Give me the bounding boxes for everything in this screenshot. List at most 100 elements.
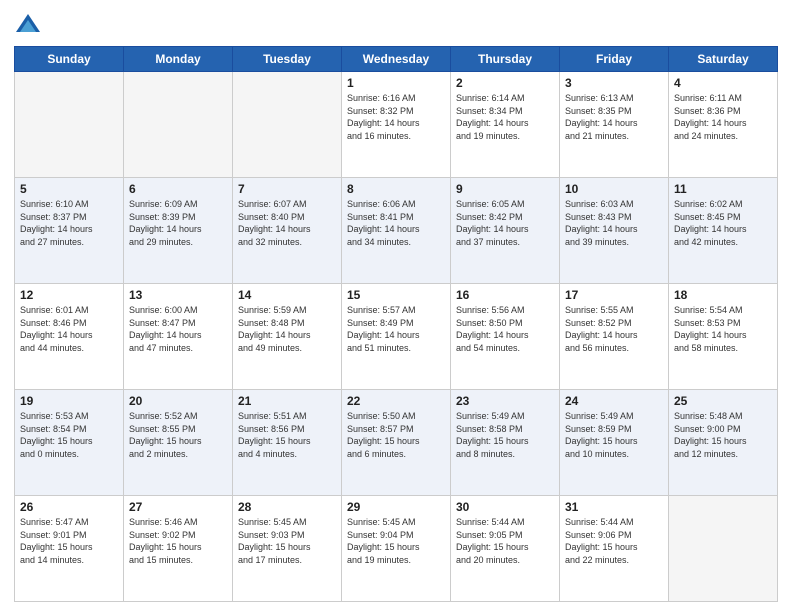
logo-icon xyxy=(14,10,42,38)
day-info: Sunrise: 5:59 AM Sunset: 8:48 PM Dayligh… xyxy=(238,304,336,354)
calendar-cell: 9 Sunrise: 6:05 AM Sunset: 8:42 PM Daylig… xyxy=(451,178,560,284)
day-number: 31 xyxy=(565,500,663,514)
day-info: Sunrise: 5:57 AM Sunset: 8:49 PM Dayligh… xyxy=(347,304,445,354)
day-number: 7 xyxy=(238,182,336,196)
day-number: 26 xyxy=(20,500,118,514)
day-info: Sunrise: 6:10 AM Sunset: 8:37 PM Dayligh… xyxy=(20,198,118,248)
calendar-cell: 20 Sunrise: 5:52 AM Sunset: 8:55 PM Dayli… xyxy=(124,390,233,496)
calendar-cell: 21 Sunrise: 5:51 AM Sunset: 8:56 PM Dayli… xyxy=(233,390,342,496)
day-info: Sunrise: 6:00 AM Sunset: 8:47 PM Dayligh… xyxy=(129,304,227,354)
calendar-week-row: 5 Sunrise: 6:10 AM Sunset: 8:37 PM Daylig… xyxy=(15,178,778,284)
day-number: 17 xyxy=(565,288,663,302)
calendar-cell: 5 Sunrise: 6:10 AM Sunset: 8:37 PM Daylig… xyxy=(15,178,124,284)
calendar-cell: 16Sunrise: 5:56 AM Sunset: 8:50 PM Dayli… xyxy=(451,284,560,390)
day-number: 2 xyxy=(456,76,554,90)
day-info: Sunrise: 6:05 AM Sunset: 8:42 PM Dayligh… xyxy=(456,198,554,248)
calendar-cell: 22 Sunrise: 5:50 AM Sunset: 8:57 PM Dayli… xyxy=(342,390,451,496)
day-info: Sunrise: 5:44 AM Sunset: 9:05 PM Dayligh… xyxy=(456,516,554,566)
day-number: 14 xyxy=(238,288,336,302)
day-number: 5 xyxy=(20,182,118,196)
calendar-cell xyxy=(124,72,233,178)
day-info: Sunrise: 5:54 AM Sunset: 8:53 PM Dayligh… xyxy=(674,304,772,354)
day-info: Sunrise: 5:45 AM Sunset: 9:03 PM Dayligh… xyxy=(238,516,336,566)
day-header-tuesday: Tuesday xyxy=(233,47,342,72)
day-info: Sunrise: 5:44 AM Sunset: 9:06 PM Dayligh… xyxy=(565,516,663,566)
day-info: Sunrise: 5:47 AM Sunset: 9:01 PM Dayligh… xyxy=(20,516,118,566)
day-info: Sunrise: 5:50 AM Sunset: 8:57 PM Dayligh… xyxy=(347,410,445,460)
calendar-cell: 8 Sunrise: 6:06 AM Sunset: 8:41 PM Daylig… xyxy=(342,178,451,284)
calendar-header-row: SundayMondayTuesdayWednesdayThursdayFrid… xyxy=(15,47,778,72)
calendar-cell: 10Sunrise: 6:03 AM Sunset: 8:43 PM Dayli… xyxy=(560,178,669,284)
day-number: 21 xyxy=(238,394,336,408)
day-info: Sunrise: 6:13 AM Sunset: 8:35 PM Dayligh… xyxy=(565,92,663,142)
day-info: Sunrise: 6:07 AM Sunset: 8:40 PM Dayligh… xyxy=(238,198,336,248)
day-number: 1 xyxy=(347,76,445,90)
day-info: Sunrise: 6:16 AM Sunset: 8:32 PM Dayligh… xyxy=(347,92,445,142)
calendar-cell: 23 Sunrise: 5:49 AM Sunset: 8:58 PM Dayli… xyxy=(451,390,560,496)
day-info: Sunrise: 6:01 AM Sunset: 8:46 PM Dayligh… xyxy=(20,304,118,354)
day-number: 11 xyxy=(674,182,772,196)
day-number: 30 xyxy=(456,500,554,514)
day-number: 13 xyxy=(129,288,227,302)
day-number: 24 xyxy=(565,394,663,408)
calendar-cell: 18 Sunrise: 5:54 AM Sunset: 8:53 PM Dayli… xyxy=(669,284,778,390)
day-info: Sunrise: 5:46 AM Sunset: 9:02 PM Dayligh… xyxy=(129,516,227,566)
day-number: 27 xyxy=(129,500,227,514)
calendar-cell: 6Sunrise: 6:09 AM Sunset: 8:39 PM Daylig… xyxy=(124,178,233,284)
day-header-monday: Monday xyxy=(124,47,233,72)
day-info: Sunrise: 6:09 AM Sunset: 8:39 PM Dayligh… xyxy=(129,198,227,248)
day-info: Sunrise: 5:45 AM Sunset: 9:04 PM Dayligh… xyxy=(347,516,445,566)
day-number: 25 xyxy=(674,394,772,408)
day-info: Sunrise: 6:14 AM Sunset: 8:34 PM Dayligh… xyxy=(456,92,554,142)
day-info: Sunrise: 6:06 AM Sunset: 8:41 PM Dayligh… xyxy=(347,198,445,248)
day-info: Sunrise: 5:49 AM Sunset: 8:58 PM Dayligh… xyxy=(456,410,554,460)
calendar-week-row: 26 Sunrise: 5:47 AM Sunset: 9:01 PM Dayli… xyxy=(15,496,778,602)
calendar-cell: 2 Sunrise: 6:14 AM Sunset: 8:34 PM Daylig… xyxy=(451,72,560,178)
calendar-cell xyxy=(15,72,124,178)
calendar-cell: 3 Sunrise: 6:13 AM Sunset: 8:35 PM Daylig… xyxy=(560,72,669,178)
day-info: Sunrise: 5:48 AM Sunset: 9:00 PM Dayligh… xyxy=(674,410,772,460)
day-info: Sunrise: 5:53 AM Sunset: 8:54 PM Dayligh… xyxy=(20,410,118,460)
day-number: 23 xyxy=(456,394,554,408)
calendar-cell: 24Sunrise: 5:49 AM Sunset: 8:59 PM Dayli… xyxy=(560,390,669,496)
calendar-cell: 17 Sunrise: 5:55 AM Sunset: 8:52 PM Dayli… xyxy=(560,284,669,390)
calendar-table: SundayMondayTuesdayWednesdayThursdayFrid… xyxy=(14,46,778,602)
day-info: Sunrise: 5:51 AM Sunset: 8:56 PM Dayligh… xyxy=(238,410,336,460)
header xyxy=(14,10,778,38)
day-info: Sunrise: 5:52 AM Sunset: 8:55 PM Dayligh… xyxy=(129,410,227,460)
calendar-cell xyxy=(233,72,342,178)
day-number: 8 xyxy=(347,182,445,196)
calendar-cell: 19 Sunrise: 5:53 AM Sunset: 8:54 PM Dayli… xyxy=(15,390,124,496)
day-number: 3 xyxy=(565,76,663,90)
day-number: 15 xyxy=(347,288,445,302)
day-header-thursday: Thursday xyxy=(451,47,560,72)
day-info: Sunrise: 6:03 AM Sunset: 8:43 PM Dayligh… xyxy=(565,198,663,248)
calendar-cell: 13 Sunrise: 6:00 AM Sunset: 8:47 PM Dayli… xyxy=(124,284,233,390)
calendar-week-row: 1 Sunrise: 6:16 AM Sunset: 8:32 PM Daylig… xyxy=(15,72,778,178)
day-header-saturday: Saturday xyxy=(669,47,778,72)
calendar-cell: 1 Sunrise: 6:16 AM Sunset: 8:32 PM Daylig… xyxy=(342,72,451,178)
calendar-cell: 4 Sunrise: 6:11 AM Sunset: 8:36 PM Daylig… xyxy=(669,72,778,178)
calendar-cell: 26 Sunrise: 5:47 AM Sunset: 9:01 PM Dayli… xyxy=(15,496,124,602)
day-info: Sunrise: 6:02 AM Sunset: 8:45 PM Dayligh… xyxy=(674,198,772,248)
calendar-cell: 7 Sunrise: 6:07 AM Sunset: 8:40 PM Daylig… xyxy=(233,178,342,284)
day-info: Sunrise: 5:55 AM Sunset: 8:52 PM Dayligh… xyxy=(565,304,663,354)
calendar-body: 1 Sunrise: 6:16 AM Sunset: 8:32 PM Daylig… xyxy=(15,72,778,602)
day-header-wednesday: Wednesday xyxy=(342,47,451,72)
day-number: 22 xyxy=(347,394,445,408)
calendar-cell: 11 Sunrise: 6:02 AM Sunset: 8:45 PM Dayli… xyxy=(669,178,778,284)
day-number: 9 xyxy=(456,182,554,196)
calendar-cell xyxy=(669,496,778,602)
page: SundayMondayTuesdayWednesdayThursdayFrid… xyxy=(0,0,792,612)
calendar-cell: 25 Sunrise: 5:48 AM Sunset: 9:00 PM Dayli… xyxy=(669,390,778,496)
day-header-sunday: Sunday xyxy=(15,47,124,72)
day-number: 18 xyxy=(674,288,772,302)
calendar-cell: 28Sunrise: 5:45 AM Sunset: 9:03 PM Dayli… xyxy=(233,496,342,602)
day-info: Sunrise: 6:11 AM Sunset: 8:36 PM Dayligh… xyxy=(674,92,772,142)
day-number: 12 xyxy=(20,288,118,302)
day-number: 19 xyxy=(20,394,118,408)
day-number: 4 xyxy=(674,76,772,90)
day-number: 29 xyxy=(347,500,445,514)
day-number: 20 xyxy=(129,394,227,408)
calendar-cell: 29 Sunrise: 5:45 AM Sunset: 9:04 PM Dayli… xyxy=(342,496,451,602)
